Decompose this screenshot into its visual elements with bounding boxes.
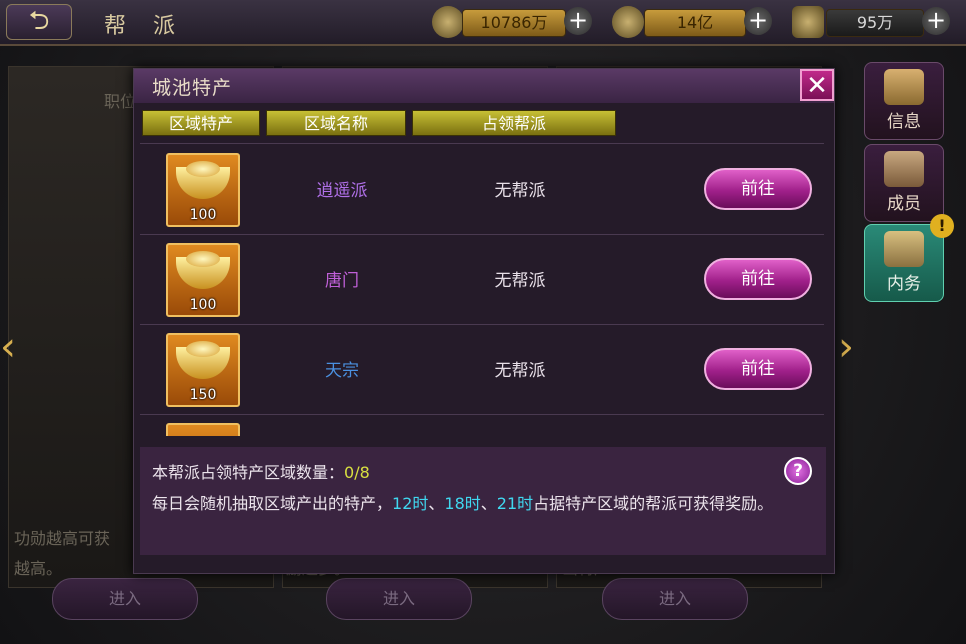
scroll-icon [884, 69, 924, 105]
info-panel: 本帮派占领特产区域数量：0/8 ? 每日会随机抽取区域产出的特产，12时、18时… [140, 447, 826, 555]
region-name: 逍遥派 [316, 181, 368, 201]
top-bar: ⮌ 帮 派 10786万 + 14亿 + 95万 + [0, 0, 966, 46]
occupied-count: 本帮派占领特产区域数量：0/8 [152, 459, 370, 483]
dialog-title: 城池特产 [152, 77, 233, 99]
owner-guild: 无帮派 [494, 361, 546, 381]
list-item [140, 414, 824, 436]
go-button[interactable]: 前往 [704, 348, 812, 390]
tab-affairs[interactable]: 内务 [864, 224, 944, 302]
back-button[interactable]: ⮌ [6, 4, 72, 40]
resource-3-value: 95万 [826, 9, 924, 37]
tab-info[interactable]: 信息 [864, 62, 944, 140]
prev-arrow-icon[interactable]: ‹ [0, 324, 16, 370]
region-name: 天宗 [325, 361, 359, 381]
bg-text-1: 功勋越高可获 越高。 [14, 529, 111, 578]
tab-members-label: 成员 [887, 194, 921, 214]
region-list[interactable]: 100 逍遥派 无帮派 前往 100 唐门 无帮派 前往 150 天宗 无帮派 [140, 143, 824, 436]
description: 每日会随机抽取区域产出的特产，12时、18时、21时占据特产区域的帮派可获得奖励… [152, 491, 818, 517]
reward-item[interactable]: 150 [166, 333, 240, 407]
add-resource-3-button[interactable]: + [922, 7, 950, 35]
description-text: 每日会随机抽取区域产出的特产， [152, 494, 393, 513]
reward-count: 150 [189, 387, 217, 403]
time-2: 18时 [444, 494, 481, 513]
coin-icon [612, 6, 644, 38]
reward-count: 100 [189, 207, 217, 223]
add-resource-1-button[interactable]: + [564, 7, 592, 35]
separator: 、 [428, 494, 445, 513]
region-name: 唐门 [325, 271, 359, 291]
help-button[interactable]: ? [784, 457, 812, 485]
separator: 、 [480, 494, 497, 513]
reward-item[interactable]: 100 [166, 153, 240, 227]
ingot-shine [186, 161, 220, 177]
enter-button-2[interactable]: 进入 [326, 578, 472, 620]
gold-ingot-icon [792, 6, 824, 38]
occupied-count-label: 本帮派占领特产区域数量： [152, 463, 345, 482]
column-header-specialty: 区域特产 [142, 110, 260, 136]
description-text-2: 占据特产区域的帮派可获得奖励。 [533, 494, 774, 513]
city-specialty-dialog: 城池特产 ✕ 区域特产 区域名称 占领帮派 100 逍遥派 无帮派 前往 100… [133, 68, 835, 574]
alert-badge: ! [930, 214, 954, 238]
enter-button-3[interactable]: 进入 [602, 578, 748, 620]
bg-label: 职位 [104, 92, 137, 111]
list-item: 100 逍遥派 无帮派 前往 [140, 144, 824, 235]
column-header-owner: 占领帮派 [412, 110, 616, 136]
time-3: 21时 [496, 494, 534, 513]
tab-info-label: 信息 [887, 112, 921, 132]
enter-button-1[interactable]: 进入 [52, 578, 198, 620]
lantern-icon [432, 6, 464, 38]
resource-1-value: 10786万 [462, 9, 566, 37]
go-button[interactable]: 前往 [704, 168, 812, 210]
reward-count: 100 [189, 297, 217, 313]
column-header-region: 区域名称 [266, 110, 406, 136]
reward-item[interactable]: 100 [166, 243, 240, 317]
occupied-count-value: 0/8 [344, 463, 370, 482]
back-arrow-icon: ⮌ [28, 6, 50, 36]
ingot-shine [186, 251, 220, 267]
list-item: 100 唐门 无帮派 前往 [140, 234, 824, 325]
next-arrow-icon[interactable]: › [838, 324, 854, 370]
lion-icon [884, 231, 924, 267]
tab-members[interactable]: 成员 [864, 144, 944, 222]
members-icon [884, 151, 924, 187]
owner-guild: 无帮派 [494, 181, 546, 201]
close-button[interactable]: ✕ [800, 69, 834, 101]
ingot-shine [186, 341, 220, 357]
reward-item[interactable] [166, 423, 240, 436]
owner-guild: 无帮派 [494, 271, 546, 291]
list-item: 150 天宗 无帮派 前往 [140, 324, 824, 415]
time-1: 12时 [392, 494, 429, 513]
tab-affairs-label: 内务 [887, 274, 921, 294]
add-resource-2-button[interactable]: + [744, 7, 772, 35]
page-title: 帮 派 [104, 14, 185, 39]
dialog-header [134, 69, 834, 103]
go-button[interactable]: 前往 [704, 258, 812, 300]
resource-2-value: 14亿 [644, 9, 746, 37]
